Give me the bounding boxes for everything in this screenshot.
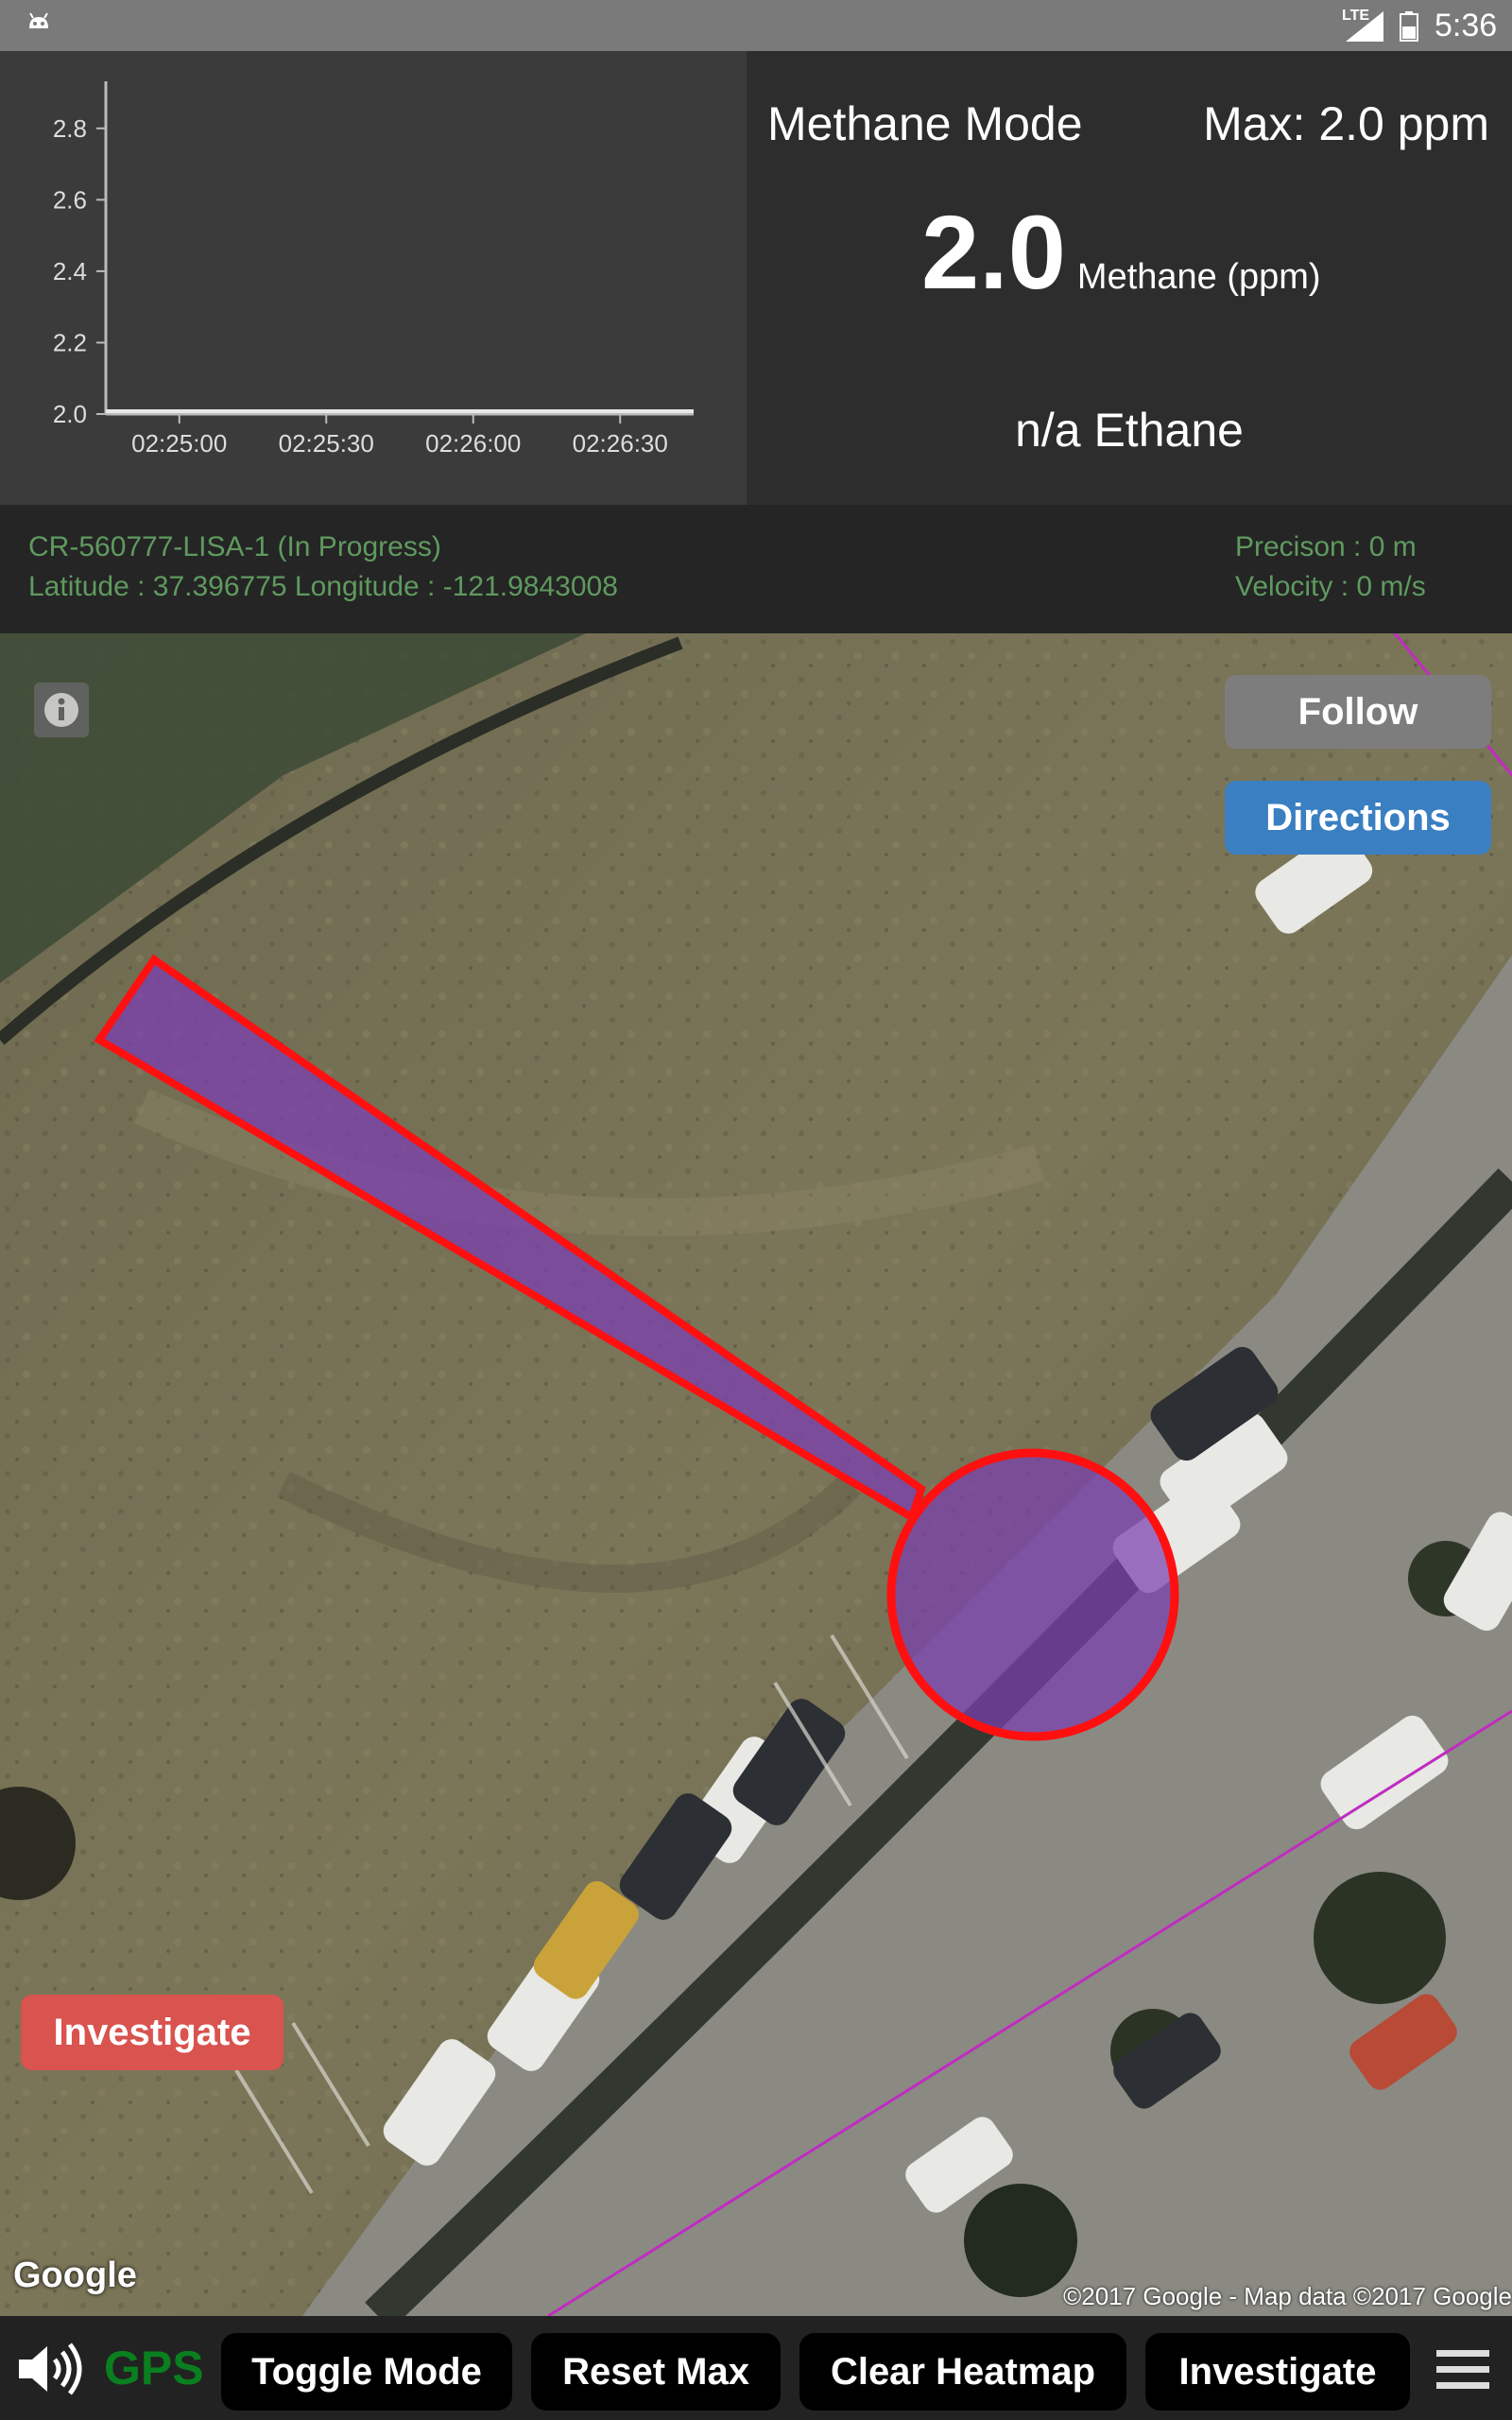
clear-heatmap-button[interactable]: Clear Heatmap — [799, 2333, 1126, 2411]
y-tick-label: 2.6 — [53, 185, 87, 214]
y-tick-label: 2.2 — [53, 328, 87, 356]
clock: 5:36 — [1435, 8, 1498, 43]
y-tick-label: 2.4 — [53, 257, 87, 285]
methane-chart-panel: 2.0 2.2 2.4 2.6 2.8 02:25:00 02:25:30 02:26:00 0… — [0, 51, 747, 505]
y-tick-label: 2.8 — [53, 114, 87, 143]
mode-label: Methane Mode — [767, 97, 1083, 150]
google-logo: Google — [13, 2256, 137, 2295]
directions-button[interactable]: Directions — [1225, 781, 1491, 855]
x-tick-label: 02:25:00 — [131, 429, 227, 458]
toolbar-investigate-button[interactable]: Investigate — [1145, 2333, 1410, 2411]
reset-max-button[interactable]: Reset Max — [531, 2333, 781, 2411]
readings-panel: Methane Mode Max: 2.0 ppm 2.0 Methane (pp… — [747, 51, 1512, 505]
ethane-reading: n/a Ethane — [1015, 404, 1244, 457]
methane-value: 2.0 — [921, 195, 1066, 311]
x-tick-label: 02:26:00 — [425, 429, 521, 458]
x-tick-label: 02:26:30 — [573, 429, 668, 458]
toggle-mode-button[interactable]: Toggle Mode — [221, 2333, 512, 2411]
map-copyright: ©2017 Google - Map data ©2017 Google — [1063, 2282, 1512, 2310]
readings-header: 2.0 2.2 2.4 2.6 2.8 02:25:00 02:25:30 02:26:00 0… — [0, 51, 1512, 505]
follow-button[interactable]: Follow — [1225, 675, 1491, 749]
methane-unit: Methane (ppm) — [1076, 257, 1321, 297]
gps-velocity: Velocity : 0 m/s — [1235, 571, 1426, 602]
signal-icon — [1346, 11, 1383, 42]
info-icon[interactable] — [34, 683, 89, 737]
max-reading: Max: 2.0 ppm — [1203, 97, 1489, 150]
source-marker — [886, 1448, 1179, 1741]
speaker-icon[interactable] — [17, 2342, 85, 2395]
survey-id: CR-560777-LISA-1 (In Progress) — [28, 531, 441, 562]
survey-coordinates: Latitude : 37.396775 Longitude : -121.98… — [28, 571, 618, 602]
status-bar: LTE 5:36 — [0, 0, 1512, 51]
survey-info-bar: CR-560777-LISA-1 (In Progress) Latitude … — [0, 505, 1512, 633]
methane-reading: 2.0 Methane (ppm) — [921, 193, 1321, 313]
plume-cone — [94, 954, 926, 1523]
gps-precision: Precison : 0 m — [1235, 531, 1417, 562]
bottom-toolbar: GPS Toggle Mode Reset Max Clear Heatmap … — [0, 2316, 1512, 2420]
android-notification-icon — [29, 12, 48, 28]
gps-status: GPS — [104, 2342, 204, 2394]
x-tick-label: 02:25:30 — [279, 429, 374, 458]
map-investigate-button[interactable]: Investigate — [21, 1995, 284, 2070]
methane-chart: 2.0 2.2 2.4 2.6 2.8 02:25:00 02:25:30 02:26:00 0… — [53, 81, 694, 458]
menu-icon[interactable] — [1436, 2350, 1489, 2390]
battery-icon — [1400, 11, 1418, 42]
y-tick-label: 2.0 — [53, 400, 87, 428]
satellite-map[interactable]: Follow Directions Investigate Google ©20… — [0, 633, 1512, 2316]
